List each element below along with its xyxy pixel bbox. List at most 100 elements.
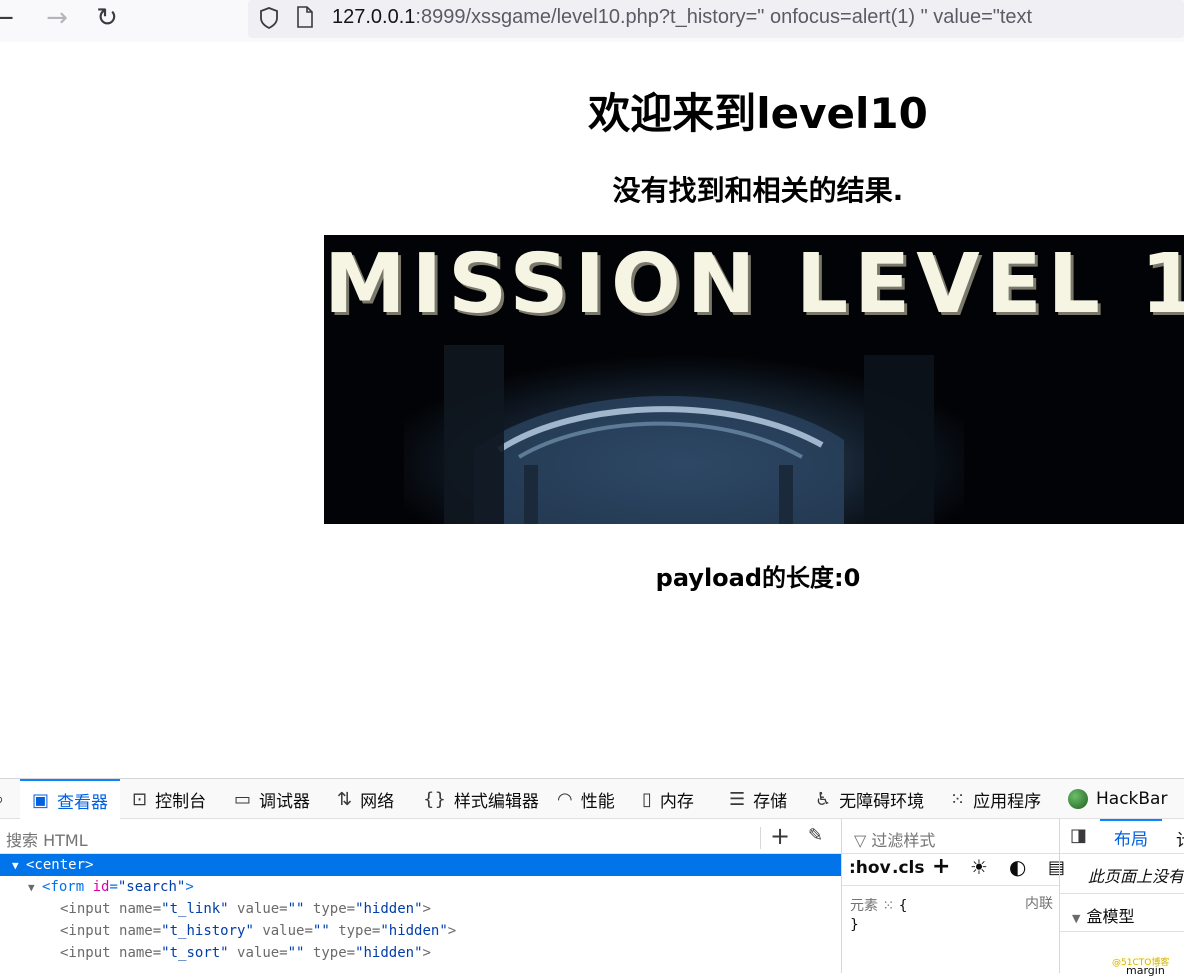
tab-label: HackBar [1096,789,1168,809]
inspector-icon: ▣ [32,789,50,811]
watermark: @51CTO博客 [1112,955,1170,968]
storage-icon: ☰ [729,788,746,810]
divider [1060,931,1184,932]
tab-storage[interactable]: ☰ 存储 [729,779,787,819]
box-model-label: 盒模型 [1086,907,1135,926]
browser-toolbar: ← → ↻ 127.0.0.1:8999/xssgame/level10.php… [0,0,1184,42]
tab-console[interactable]: ⊡ 控制台 [132,779,206,819]
devtools-tabs: ⌕ ▣ 查看器 ⊡ 控制台 ▭ 调试器 ⇅ 网络 {} 样式编辑器 ◠ 性能 ▯ 内存 ☰ 存储… [0,779,1184,819]
layout-tabs: ◨ 布局 计 [1060,819,1184,854]
tab-memory[interactable]: ▯ 内存 [642,779,694,819]
attr-value: "" [287,901,305,917]
tag-form: <form [42,879,93,895]
url-text: 127.0.0.1:8999/xssgame/level10.php?t_his… [332,6,1032,29]
tab-hackbar[interactable]: HackBar [1068,779,1167,819]
tab-label: 内存 [659,791,694,812]
tab-label: 存储 [753,791,788,812]
hov-button[interactable]: :hov [849,858,891,878]
expand-twisty-icon[interactable]: ▼ [28,881,42,894]
style-editor-icon: {} [423,788,446,810]
application-icon: ⁙ [950,788,966,810]
attr-value: "" [312,923,330,939]
inline-label: 内联 [1025,896,1053,912]
tab-application[interactable]: ⁙ 应用程序 [950,779,1041,819]
tree-node-input[interactable]: <input name= "t_sort" value= "" type= "hidd… [0,942,841,964]
tab-debugger[interactable]: ▭ 调试器 [234,779,310,819]
divider [1060,893,1184,894]
tab-network[interactable]: ⇅ 网络 [337,779,394,819]
mission-banner-image: MISSION LEVEL 10 [324,235,1184,524]
tree-node-input[interactable]: <input name= "t_history" value= "" type= "h… [0,920,841,942]
filter-icon: ▽ [854,831,872,850]
url-bar[interactable]: 127.0.0.1:8999/xssgame/level10.php?t_his… [248,0,1184,38]
dark-theme-icon[interactable]: ◐ [1009,855,1026,879]
eyedropper-icon[interactable]: ✎ [808,825,823,846]
tab-label: 应用程序 [973,791,1042,812]
accessibility-icon: ♿ [815,788,832,810]
add-node-icon[interactable]: + [770,822,790,850]
tab-accessibility[interactable]: ♿ 无障碍环境 [815,779,924,819]
devtools-panel: ⌕ ▣ 查看器 ⊡ 控制台 ▭ 调试器 ⇅ 网络 {} 样式编辑器 ◠ 性能 ▯ 内存 ☰ 存储… [0,778,1184,977]
banner-title: MISSION LEVEL 10 [324,237,1184,332]
rule-close: } [850,917,859,933]
tab-inspector[interactable]: ▣ 查看器 [20,779,121,819]
tree-node-input[interactable]: <input name= "t_link" value= "" type= "hidd… [0,898,841,920]
tab-layout[interactable]: 布局 [1100,819,1162,854]
layout-panel: ◨ 布局 计 此页面上没有 ▼盒模型 margin [1059,819,1184,977]
search-result-text: 没有找到和相关的结果. [612,174,904,207]
filter-styles-bar[interactable]: ▽ 过滤样式 [842,819,1060,854]
tree-node-center[interactable]: ▼ <center> [0,854,841,876]
back-arrow-icon[interactable]: ← [0,3,20,33]
grid-icon: ⁙ [882,898,895,914]
box-model-section[interactable]: ▼ 盒模型 [1072,903,1134,927]
rules-toolbar: :hov .cls + ☀ ◐ ▤ [842,854,1065,886]
forward-arrow-icon[interactable]: → [40,3,74,33]
tab-performance[interactable]: ◠ 性能 [557,779,615,819]
tab-label: 控制台 [155,791,207,812]
divider [760,827,761,849]
shield-icon[interactable] [258,6,280,35]
light-theme-icon[interactable]: ☀ [970,855,988,879]
tab-computed[interactable]: 计 [1176,826,1184,851]
page-info-icon[interactable] [296,6,314,33]
attr-value: "search" [117,879,186,895]
attr-value: "" [287,945,305,961]
no-grid-note: 此页面上没有 [1088,867,1184,886]
devtools-pick-icon[interactable]: ⌕ [0,779,12,819]
tab-label: 性能 [580,791,615,812]
debugger-icon: ▭ [234,788,252,810]
performance-icon: ◠ [557,788,573,810]
tab-style-editor[interactable]: {} 样式编辑器 [423,779,539,819]
html-search-bar[interactable]: 搜索 HTML + ✎ [0,819,841,854]
collapse-twisty-icon[interactable]: ▼ [1072,912,1080,925]
tag-center: <center> [26,857,94,873]
tree-node-form[interactable]: ▼ <form id = "search" > [0,876,841,898]
attr-value: "t_history" [161,923,254,939]
rules-panel: ▽ 过滤样式 :hov .cls + ☀ ◐ ▤ 元素 ⁙ { 内联 } [841,819,1065,973]
tab-label: 样式编辑器 [453,791,539,812]
page-content: 欢迎来到level10 没有找到和相关的结果. MISSION LEVEL 10… [0,42,1184,778]
html-search-input[interactable]: 搜索 HTML [6,827,88,851]
markup-tree: ▼ <center> ▼ <form id = "search" > <input nam… [0,854,841,973]
tab-label: 无障碍环境 [839,791,925,812]
memory-icon: ▯ [642,788,652,810]
rule-selector: 元素 ⁙ { [850,895,908,915]
attr-name: id [92,879,110,895]
element-rule-label: 元素 [850,898,878,914]
tab-label: 调试器 [259,791,311,812]
payload-length-label: payload的长度:0 [655,564,861,592]
add-rule-icon[interactable]: + [932,854,950,879]
attr-value: "hidden" [380,923,448,939]
attr-value: "hidden" [355,901,423,917]
tab-label: 查看器 [57,792,109,813]
attr-value: "hidden" [355,945,423,961]
open-brace: { [898,898,908,914]
tab-label: 网络 [360,791,395,812]
console-icon: ⊡ [132,788,148,810]
url-host: 127.0.0.1 [332,6,416,28]
expand-twisty-icon[interactable]: ▼ [12,859,26,872]
cls-button[interactable]: .cls [892,858,924,878]
filter-styles-input[interactable]: ▽ 过滤样式 [854,827,935,851]
reload-icon[interactable]: ↻ [90,3,124,33]
sidebar-toggle-icon[interactable]: ◨ [1070,825,1087,846]
